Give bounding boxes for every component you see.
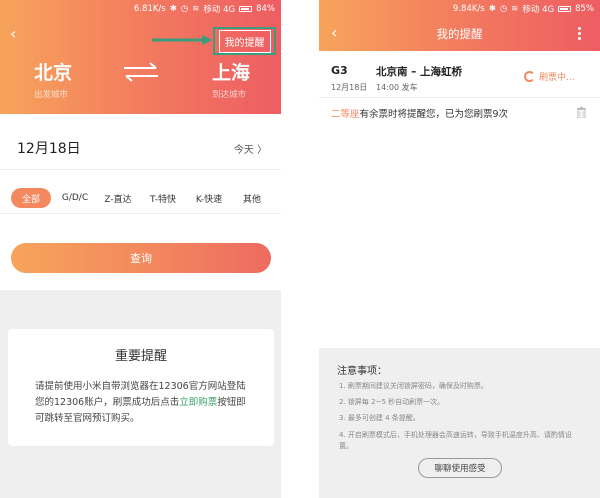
- network-type: 移动 4G: [522, 5, 555, 15]
- status-bar: 6.81K/s ✱ ◷ ≋ 移动 4G 84%: [0, 0, 281, 18]
- refresh-status: 刷票中...: [524, 70, 575, 83]
- annotation-arrow-icon: [152, 35, 212, 45]
- status-bar: 9.84K/s ✱ ◷ ≋ 移动 4G 85%: [319, 0, 600, 18]
- tip-item: 1. 刷票期间建议关闭锁屏密码，确保及时购票。: [339, 382, 488, 390]
- travel-date: 12月18日: [17, 141, 81, 157]
- battery-level: 85%: [575, 4, 594, 14]
- train-type-filters: 全部 G/D/C Z-直达 T-特快 K-快速 其他: [0, 184, 281, 214]
- reminder-text: 二等座有余票时将提醒您，已为您刷票9次: [331, 109, 509, 120]
- filter-z[interactable]: Z-直达: [103, 188, 133, 208]
- filter-all[interactable]: 全部: [11, 188, 51, 208]
- more-options-icon[interactable]: [578, 27, 582, 41]
- tips-title: 注意事项：: [337, 366, 387, 377]
- alarm-icon: ◷: [180, 4, 189, 14]
- arrival-city[interactable]: 上海: [212, 58, 250, 85]
- battery-icon: [558, 6, 572, 12]
- tip-item: 3. 最多可创建 4 条提醒。: [339, 414, 420, 422]
- page-title: 我的提醒: [436, 27, 483, 41]
- reminder-item[interactable]: G3 12月18日 北京南 – 上海虹桥 14:00 发车 刷票中...: [319, 58, 600, 98]
- date-selector[interactable]: 12月18日 今天 〉: [0, 126, 281, 170]
- filter-other[interactable]: 其他: [240, 188, 264, 208]
- alarm-icon: ◷: [499, 4, 508, 14]
- notice-body: 请提前使用小米自带浏览器在12306官方网站登陆您的12306账户，刷票成功后点…: [35, 381, 246, 424]
- train-number: G3: [331, 64, 348, 77]
- network-type: 移动 4G: [203, 5, 236, 15]
- departure-city-label: 出发城市: [34, 90, 69, 100]
- departure-time: 14:00 发车: [376, 83, 418, 92]
- battery-level: 84%: [256, 4, 275, 14]
- filter-t[interactable]: T-特快: [148, 188, 178, 208]
- today-label: 今天 〉: [233, 145, 267, 156]
- battery-icon: [239, 6, 253, 12]
- my-reminders-button[interactable]: 我的提醒: [213, 27, 276, 55]
- reminder-detail: 二等座有余票时将提醒您，已为您刷票9次: [319, 103, 600, 123]
- network-speed: 6.81K/s: [133, 4, 166, 14]
- trash-icon[interactable]: [577, 107, 586, 118]
- phone-screen-left: 6.81K/s ✱ ◷ ≋ 移动 4G 84% ‹ 我的提醒 北京 出发城市 上…: [0, 0, 281, 498]
- wifi-icon: ≋: [511, 4, 519, 14]
- swap-cities-icon[interactable]: [122, 62, 160, 82]
- seat-class: 二等座: [331, 109, 360, 120]
- wifi-icon: ≋: [192, 4, 200, 14]
- buy-now-link[interactable]: 立即购票: [179, 397, 217, 408]
- arrival-city-label: 到达城市: [212, 90, 247, 100]
- train-date: 12月18日: [331, 83, 368, 92]
- my-reminders-label: 我的提醒: [218, 29, 271, 53]
- chevron-right-icon: 〉: [257, 145, 267, 156]
- notice-title: 重要提醒: [114, 349, 167, 364]
- feedback-button[interactable]: 聊聊使用感受: [418, 458, 502, 478]
- back-icon[interactable]: ‹: [10, 26, 16, 42]
- bluetooth-icon: ✱: [488, 4, 496, 14]
- network-speed: 9.84K/s: [452, 4, 485, 14]
- phone-screen-right: 9.84K/s ✱ ◷ ≋ 移动 4G 85% ‹ 我的提醒 G3 12月18日…: [319, 0, 600, 498]
- tip-item: 4. 开启刷票模式后，手机处理器会高速运转，导致手机温度升高、请酌情设置。: [339, 431, 572, 450]
- header-banner: 6.81K/s ✱ ◷ ≋ 移动 4G 84% ‹ 我的提醒 北京 出发城市 上…: [0, 0, 281, 114]
- notice-card: 重要提醒 请提前使用小米自带浏览器在12306官方网站登陆您的12306账户，刷…: [8, 329, 274, 446]
- train-route: 北京南 – 上海虹桥: [376, 66, 463, 78]
- tip-item: 2. 锁屏每 2~5 秒自动刷票一次。: [339, 398, 445, 406]
- departure-city[interactable]: 北京: [34, 58, 72, 85]
- header-bar: 9.84K/s ✱ ◷ ≋ 移动 4G 85% ‹ 我的提醒: [319, 0, 600, 51]
- bluetooth-icon: ✱: [169, 4, 177, 14]
- query-button[interactable]: 查询: [11, 243, 271, 273]
- loading-spinner-icon: [524, 71, 535, 82]
- filter-gdc[interactable]: G/D/C: [58, 188, 92, 208]
- filter-k[interactable]: K-快速: [193, 188, 225, 208]
